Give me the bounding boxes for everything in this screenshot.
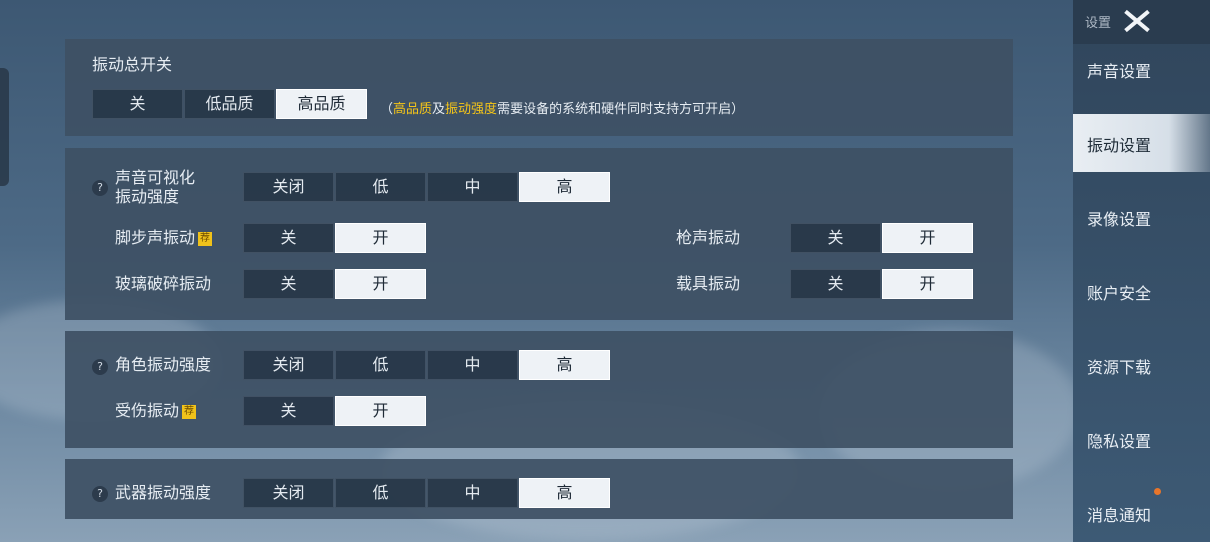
sound-visual-intensity-selector: 关闭 低 中 高 [243,172,611,202]
option-off[interactable]: 关 [790,223,881,253]
option-off[interactable]: 关 [243,223,334,253]
close-icon[interactable] [1123,8,1151,34]
sidebar-header: 设置 [1073,0,1210,44]
sidebar-item-vibration[interactable]: 振动设置 [1073,114,1210,172]
option-on[interactable]: 开 [335,269,426,299]
option-low[interactable]: 低 [335,478,426,508]
sound-visual-title-line2: 振动强度 [115,187,180,206]
footstep-vibration-toggle: 关 开 [243,223,427,253]
hint-highlight-intensity: 振动强度 [445,102,498,117]
sidebar-item-label: 资源下载 [1087,358,1152,377]
option-on[interactable]: 开 [335,223,426,253]
footstep-label-text: 脚步声振动 [115,228,196,247]
option-off[interactable]: 关闭 [243,350,334,380]
vehicle-vibration-toggle: 关 开 [790,269,974,299]
help-icon[interactable]: ? [92,359,108,375]
option-low-quality[interactable]: 低品质 [184,89,275,119]
gunshot-vibration-toggle: 关 开 [790,223,974,253]
character-vibration-panel: ? 角色振动强度 关闭 低 中 高 受伤振动荐 关 开 [65,331,1013,448]
option-medium[interactable]: 中 [427,172,518,202]
help-icon[interactable]: ? [92,180,108,196]
sidebar-item-label: 消息通知 [1087,506,1152,525]
footstep-vibration-label: 脚步声振动荐 [115,228,213,248]
option-medium[interactable]: 中 [427,350,518,380]
injury-vibration-toggle: 关 开 [243,396,427,426]
master-vibration-title: 振动总开关 [92,55,173,74]
injury-vibration-label: 受伤振动荐 [115,401,197,421]
settings-sidebar: 设置 声音设置 振动设置 录像设置 账户安全 资源下载 隐私设置 消息通知 [1073,0,1210,542]
weapon-intensity-selector: 关闭 低 中 高 [243,478,611,508]
character-intensity-selector: 关闭 低 中 高 [243,350,611,380]
sidebar-item-label: 振动设置 [1087,136,1152,155]
sound-visual-title-line1: 声音可视化 [115,168,196,187]
glass-vibration-toggle: 关 开 [243,269,427,299]
option-medium[interactable]: 中 [427,478,518,508]
left-drawer-handle[interactable] [0,68,9,186]
option-off[interactable]: 关 [790,269,881,299]
notification-dot [1154,488,1161,495]
option-off[interactable]: 关闭 [243,478,334,508]
character-vibration-title: 角色振动强度 [115,355,212,374]
sidebar-item-sound[interactable]: 声音设置 [1073,40,1210,98]
hint-rest: 需要设备的系统和硬件同时支持方可开启） [497,102,745,117]
option-off[interactable]: 关 [243,396,334,426]
option-off[interactable]: 关 [92,89,183,119]
hint-and: 及 [432,102,446,117]
option-low[interactable]: 低 [335,350,426,380]
option-low[interactable]: 低 [335,172,426,202]
master-vibration-hint: （高品质及振动强度需要设备的系统和硬件同时支持方可开启） [380,98,744,117]
weapon-vibration-panel: ? 武器振动强度 关闭 低 中 高 [65,459,1013,519]
sidebar-item-recording[interactable]: 录像设置 [1073,188,1210,246]
sidebar-item-notifications[interactable]: 消息通知 [1073,484,1210,542]
sidebar-item-label: 录像设置 [1087,210,1152,229]
option-on[interactable]: 开 [882,269,973,299]
hint-paren: （ [380,102,394,117]
option-on[interactable]: 开 [335,396,426,426]
option-high-quality[interactable]: 高品质 [276,89,367,119]
sidebar-item-label: 隐私设置 [1087,432,1152,451]
help-icon[interactable]: ? [92,486,108,502]
settings-title: 设置 [1085,16,1112,31]
glass-vibration-label: 玻璃破碎振动 [115,274,212,293]
option-off[interactable]: 关闭 [243,172,334,202]
sidebar-item-label: 声音设置 [1087,62,1152,81]
injury-label-text: 受伤振动 [115,401,180,420]
hint-highlight-quality: 高品质 [393,102,433,117]
gunshot-vibration-label: 枪声振动 [676,228,741,247]
sound-vibration-panel: ? 声音可视化 振动强度 关闭 低 中 高 脚步声振动荐 关 开 枪声振动 关 … [65,148,1013,320]
sound-visual-title: 声音可视化 振动强度 [115,168,195,206]
sidebar-item-account-security[interactable]: 账户安全 [1073,262,1210,320]
sidebar-item-resource-download[interactable]: 资源下载 [1073,336,1210,394]
master-vibration-selector: 关 低品质 高品质 [92,89,368,119]
sidebar-item-privacy[interactable]: 隐私设置 [1073,410,1210,468]
option-high[interactable]: 高 [519,172,610,202]
option-off[interactable]: 关 [243,269,334,299]
sidebar-item-label: 账户安全 [1087,284,1152,303]
option-high[interactable]: 高 [519,478,610,508]
master-vibration-panel: 振动总开关 关 低品质 高品质 [65,39,1013,136]
option-on[interactable]: 开 [882,223,973,253]
recommended-badge: 荐 [182,404,197,419]
option-high[interactable]: 高 [519,350,610,380]
recommended-badge: 荐 [198,231,213,246]
vehicle-vibration-label: 载具振动 [676,274,741,293]
weapon-vibration-title: 武器振动强度 [115,483,212,502]
